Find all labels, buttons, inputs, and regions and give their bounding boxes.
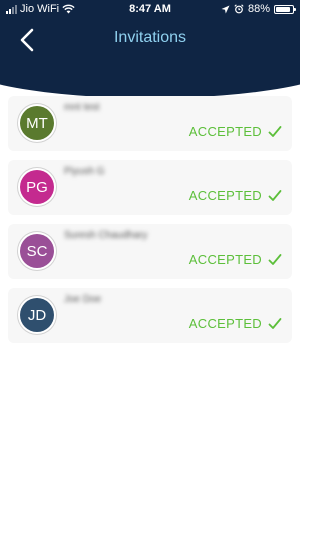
status-label: ACCEPTED — [188, 316, 262, 331]
invitation-list: MT mnt test ACCEPTED PG Piyush G ACCEPTE… — [8, 96, 292, 352]
invitation-status: ACCEPTED — [189, 124, 282, 139]
avatar: MT — [20, 106, 54, 140]
checkmark-icon — [268, 189, 282, 201]
battery-icon — [274, 4, 296, 14]
status-label: ACCEPTED — [188, 124, 262, 139]
invitee-name: Joe Doe — [64, 294, 102, 305]
invitation-status: ACCEPTED — [189, 316, 282, 331]
page-title: Invitations — [113, 29, 187, 46]
status-label: ACCEPTED — [188, 188, 262, 203]
checkmark-icon — [268, 253, 282, 265]
invitee-name: Suresh Chaudhary — [64, 230, 148, 241]
battery-percent: 88% — [247, 3, 270, 15]
battery-fill — [276, 6, 290, 12]
avatar: PG — [20, 170, 54, 204]
invitee-name: Piyush G — [64, 166, 105, 177]
invitee-name: mnt test — [64, 102, 100, 113]
invitation-card[interactable]: MT mnt test ACCEPTED — [8, 96, 292, 151]
checkmark-icon — [268, 317, 282, 329]
invitations-screen: Jio WiFi 8:47 AM 88% Invitations MT mnt … — [0, 0, 300, 534]
status-bar: Jio WiFi 8:47 AM 88% — [0, 0, 300, 18]
invitation-card[interactable]: SC Suresh Chaudhary ACCEPTED — [8, 224, 292, 279]
status-right: 88% — [221, 3, 296, 15]
invitation-status: ACCEPTED — [189, 252, 282, 267]
avatar: JD — [20, 298, 54, 332]
invitation-status: ACCEPTED — [189, 188, 282, 203]
location-icon — [221, 5, 230, 13]
invitation-card[interactable]: PG Piyush G ACCEPTED — [8, 160, 292, 215]
invitation-card[interactable]: JD Joe Doe ACCEPTED — [8, 288, 292, 343]
status-label: ACCEPTED — [188, 252, 262, 267]
checkmark-icon — [268, 125, 282, 137]
avatar: SC — [20, 234, 54, 268]
alarm-icon — [234, 4, 244, 14]
